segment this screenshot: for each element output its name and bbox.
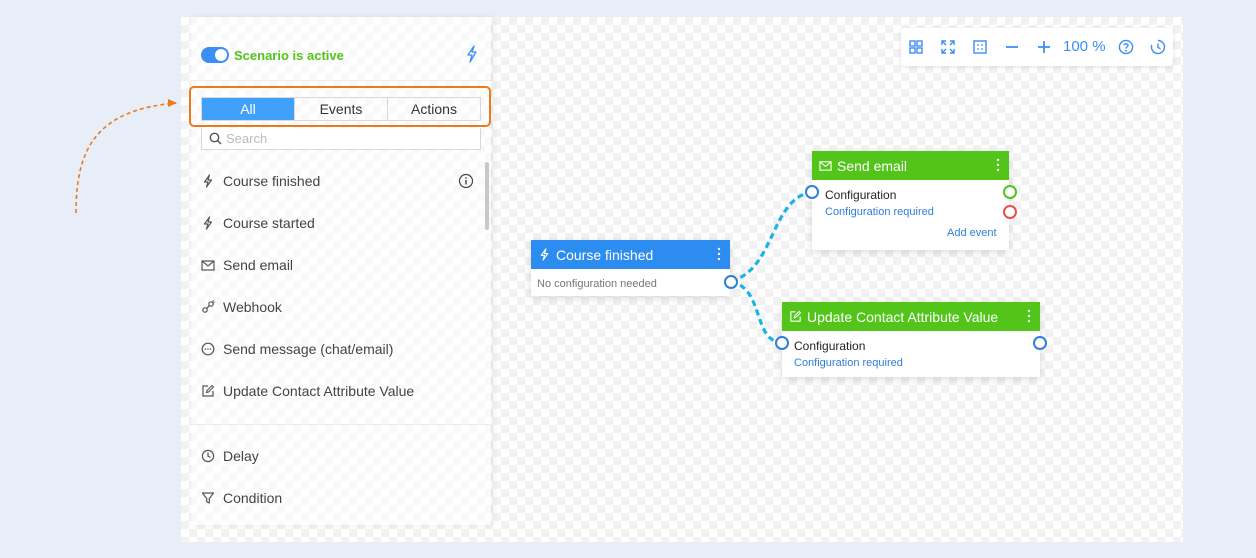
failure-port[interactable] bbox=[1003, 205, 1017, 219]
node-header[interactable]: Update Contact Attribute Value bbox=[782, 302, 1040, 331]
info-icon[interactable] bbox=[458, 173, 474, 189]
bolt-icon[interactable] bbox=[465, 45, 479, 63]
edit-icon bbox=[202, 384, 215, 397]
list-item-label: Update Contact Attribute Value bbox=[223, 383, 415, 399]
list-item-send-email[interactable]: Send email bbox=[191, 252, 491, 280]
fit-to-screen-icon[interactable] bbox=[940, 39, 956, 55]
input-port[interactable] bbox=[805, 185, 819, 199]
node-header[interactable]: Send email bbox=[812, 151, 1009, 180]
node-config-status[interactable]: Configuration required bbox=[825, 206, 934, 218]
list-item-course-finished[interactable]: Course finished bbox=[191, 168, 491, 196]
filter-icon bbox=[201, 492, 215, 504]
output-port[interactable] bbox=[724, 275, 738, 289]
bolt-icon bbox=[203, 174, 213, 188]
list-item-label: Send message (chat/email) bbox=[223, 341, 394, 357]
output-port[interactable] bbox=[1033, 336, 1047, 350]
scenario-status-label: Scenario is active bbox=[234, 48, 344, 63]
success-port[interactable] bbox=[1003, 185, 1017, 199]
chat-icon bbox=[201, 342, 215, 356]
list-item-delay[interactable]: Delay bbox=[191, 443, 491, 471]
node-title: Update Contact Attribute Value bbox=[807, 309, 999, 325]
sidebar-panel: Scenario is active All Events Actions Co… bbox=[189, 17, 491, 525]
more-vertical-icon[interactable] bbox=[1026, 308, 1032, 324]
zoom-level: 100 % bbox=[1063, 38, 1106, 55]
more-vertical-icon[interactable] bbox=[716, 246, 722, 262]
node-title: Course finished bbox=[556, 247, 654, 263]
zoom-out-icon[interactable] bbox=[1004, 39, 1020, 55]
list-item-label: Condition bbox=[223, 490, 283, 506]
list-item-condition[interactable]: Condition bbox=[191, 485, 491, 513]
envelope-icon bbox=[819, 161, 832, 171]
node-send-email[interactable]: Send email Configuration Configuration r… bbox=[805, 151, 1017, 250]
node-update-contact-attribute[interactable]: Update Contact Attribute Value Configura… bbox=[775, 302, 1047, 377]
node-config-label: Configuration bbox=[825, 188, 897, 202]
node-header[interactable]: Course finished bbox=[531, 240, 730, 269]
frame-select-icon[interactable] bbox=[972, 39, 988, 55]
scenario-active-toggle[interactable] bbox=[201, 47, 229, 63]
tab-actions[interactable]: Actions bbox=[388, 98, 480, 120]
input-port[interactable] bbox=[775, 336, 789, 350]
search-icon bbox=[209, 132, 222, 145]
zoom-in-icon[interactable] bbox=[1036, 39, 1052, 55]
search-input[interactable] bbox=[226, 129, 476, 148]
list-item-label: Course started bbox=[223, 215, 315, 231]
list-item-send-message[interactable]: Send message (chat/email) bbox=[191, 336, 491, 364]
list-item-course-started[interactable]: Course started bbox=[191, 210, 491, 238]
bolt-icon bbox=[203, 216, 213, 230]
node-title: Send email bbox=[837, 158, 908, 174]
history-icon[interactable] bbox=[1150, 39, 1166, 55]
filter-tabs: All Events Actions bbox=[201, 97, 481, 121]
sidebar-header: Scenario is active bbox=[191, 17, 491, 81]
list-item-webhook[interactable]: Webhook bbox=[191, 294, 491, 322]
webhook-icon bbox=[202, 300, 215, 313]
sidebar-divider bbox=[191, 424, 491, 425]
sidebar-scrollbar[interactable] bbox=[485, 162, 489, 230]
help-icon[interactable] bbox=[1118, 39, 1134, 55]
bolt-icon bbox=[540, 248, 549, 261]
list-item-label: Course finished bbox=[223, 173, 321, 189]
clock-icon bbox=[201, 449, 215, 463]
list-item-label: Delay bbox=[223, 448, 259, 464]
node-config-note: No configuration needed bbox=[537, 278, 657, 290]
envelope-icon bbox=[201, 260, 215, 271]
more-vertical-icon[interactable] bbox=[995, 157, 1001, 173]
add-event-link[interactable]: Add event bbox=[947, 227, 997, 239]
list-item-label: Send email bbox=[223, 257, 294, 273]
grid-layout-icon[interactable] bbox=[908, 39, 924, 55]
node-course-finished[interactable]: Course finished No configuration needed bbox=[531, 240, 738, 296]
search-box bbox=[201, 128, 481, 150]
canvas-toolbar: 100 % bbox=[901, 28, 1173, 66]
node-config-status[interactable]: Configuration required bbox=[794, 357, 903, 369]
list-item-update-contact-attribute[interactable]: Update Contact Attribute Value bbox=[191, 378, 491, 406]
tab-events[interactable]: Events bbox=[295, 98, 388, 120]
edit-icon bbox=[790, 310, 802, 322]
tab-all[interactable]: All bbox=[202, 98, 295, 120]
list-item-label: Webhook bbox=[223, 299, 282, 315]
node-config-label: Configuration bbox=[794, 339, 866, 353]
